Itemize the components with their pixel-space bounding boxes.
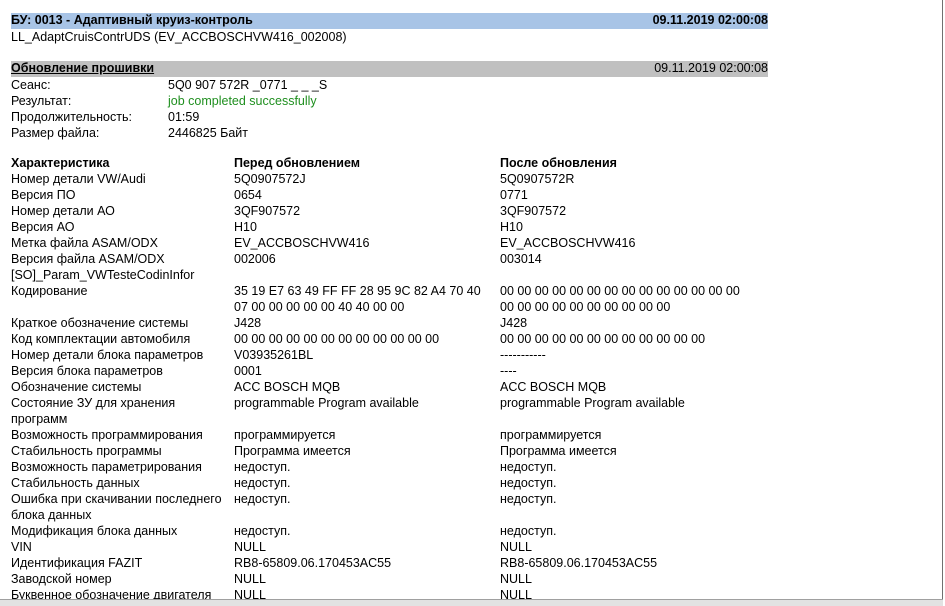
row-value-before: 5Q0907572J — [234, 172, 306, 186]
row-characteristic: Состояние ЗУ для хранения — [11, 396, 176, 410]
row-characteristic: Краткое обозначение системы — [11, 316, 189, 330]
row-value-after: 0771 — [500, 188, 528, 202]
row-value-before: H10 — [234, 220, 257, 234]
section-title: Обновление прошивки — [11, 61, 155, 75]
session-label: Сеанс: — [11, 78, 51, 92]
row-characteristic: программ — [11, 412, 68, 426]
row-characteristic: Стабильность программы — [11, 444, 162, 458]
row-value-before: NULL — [234, 572, 266, 586]
row-value-after: недоступ. — [500, 460, 557, 474]
row-characteristic: Возможность программирования — [11, 428, 203, 442]
row-characteristic: Версия ПО — [11, 188, 76, 202]
row-value-after: 3QF907572 — [500, 204, 567, 218]
row-value-after: ----------- — [500, 348, 546, 362]
row-characteristic: Номер детали блока параметров — [11, 348, 204, 362]
row-characteristic: Версия блока параметров — [11, 364, 163, 378]
row-value-before: V03935261BL — [234, 348, 314, 362]
column-header-characteristic: Характеристика — [11, 156, 110, 170]
row-value-after: RB8-65809.06.170453AC55 — [500, 556, 658, 570]
row-characteristic: Модификация блока данных — [11, 524, 178, 538]
control-unit-subtitle: LL_AdaptCruisContrUDS (EV_ACCBOSCHVW416_… — [11, 30, 347, 44]
row-value-before: RB8-65809.06.170453AC55 — [234, 556, 392, 570]
row-value-before: 3QF907572 — [234, 204, 301, 218]
row-value-after: ---- — [500, 364, 517, 378]
row-characteristic: Версия файла ASAM/ODX — [11, 252, 165, 266]
row-characteristic: Идентификация FAZIT — [11, 556, 143, 570]
row-characteristic: Ошибка при скачивании последнего — [11, 492, 222, 506]
row-characteristic: Метка файла ASAM/ODX — [11, 236, 158, 250]
row-characteristic: Обозначение системы — [11, 380, 142, 394]
row-value-after: Программа имеется — [500, 444, 617, 458]
row-value-before: 07 00 00 00 00 00 40 40 00 00 — [234, 300, 405, 314]
row-characteristic: Версия АО — [11, 220, 75, 234]
section-datetime: 09.11.2019 02:00:08 — [654, 61, 768, 75]
row-value-after: программируется — [500, 428, 602, 442]
control-unit-title: БУ: 0013 - Адаптивный круиз-контроль — [11, 13, 253, 27]
row-value-after: ACC BOSCH MQB — [500, 380, 607, 394]
row-characteristic: Возможность параметрирования — [11, 460, 202, 474]
column-header-before: Перед обновлением — [234, 156, 360, 170]
row-value-before: 002006 — [234, 252, 276, 266]
result-label: Результат: — [11, 94, 72, 108]
row-value-after: 00 00 00 00 00 00 00 00 00 00 00 00 — [500, 332, 706, 346]
row-characteristic: Номер детали АО — [11, 204, 115, 218]
row-value-before: EV_ACCBOSCHVW416 — [234, 236, 370, 250]
row-value-after: EV_ACCBOSCHVW416 — [500, 236, 636, 250]
row-characteristic: Заводской номер — [11, 572, 112, 586]
row-value-before: 35 19 E7 63 49 FF FF 28 95 9C 82 A4 70 4… — [234, 284, 481, 298]
row-value-after: H10 — [500, 220, 523, 234]
filesize-value: 2446825 Байт — [168, 126, 248, 140]
row-value-before: Программа имеется — [234, 444, 351, 458]
row-value-after: 00 00 00 00 00 00 00 00 00 00 00 00 00 0… — [500, 284, 740, 298]
row-value-after: NULL — [500, 572, 532, 586]
row-value-before: недоступ. — [234, 460, 291, 474]
row-value-before: J428 — [234, 316, 262, 330]
row-value-after: NULL — [500, 540, 532, 554]
row-characteristic: Код комплектации автомобиля — [11, 332, 191, 346]
row-value-after: недоступ. — [500, 476, 557, 490]
row-value-before: programmable Program available — [234, 396, 419, 410]
result-value: job completed successfully — [168, 94, 317, 108]
row-value-before: 0654 — [234, 188, 262, 202]
row-characteristic: Стабильность данных — [11, 476, 140, 490]
row-value-before: недоступ. — [234, 476, 291, 490]
header-datetime: 09.11.2019 02:00:08 — [652, 13, 768, 27]
duration-label: Продолжительность: — [11, 110, 132, 124]
row-value-before: ACC BOSCH MQB — [234, 380, 341, 394]
session-value: 5Q0 907 572R _0771 _ _ _S — [168, 78, 328, 92]
row-value-before: недоступ. — [234, 524, 291, 538]
duration-value: 01:59 — [168, 110, 200, 124]
row-value-after: 00 00 00 00 00 00 00 00 00 00 — [500, 300, 671, 314]
row-characteristic: Номер детали VW/Audi — [11, 172, 146, 186]
row-characteristic: [SO]_Param_VWTesteCodinInfor — [11, 268, 195, 282]
row-value-before: недоступ. — [234, 492, 291, 506]
row-value-before: NULL — [234, 540, 266, 554]
window-border — [942, 0, 943, 605]
row-value-before: 00 00 00 00 00 00 00 00 00 00 00 00 — [234, 332, 440, 346]
row-value-before: 0001 — [234, 364, 262, 378]
row-characteristic: VIN — [11, 540, 32, 554]
row-value-before: программируется — [234, 428, 336, 442]
row-value-after: 5Q0907572R — [500, 172, 575, 186]
row-value-after: 003014 — [500, 252, 542, 266]
row-characteristic: блока данных — [11, 508, 92, 522]
row-value-after: недоступ. — [500, 524, 557, 538]
row-value-after: programmable Program available — [500, 396, 685, 410]
row-value-after: недоступ. — [500, 492, 557, 506]
filesize-label: Размер файла: — [11, 126, 100, 140]
row-characteristic: Кодирование — [11, 284, 88, 298]
column-header-after: После обновления — [500, 156, 617, 170]
row-value-after: J428 — [500, 316, 528, 330]
